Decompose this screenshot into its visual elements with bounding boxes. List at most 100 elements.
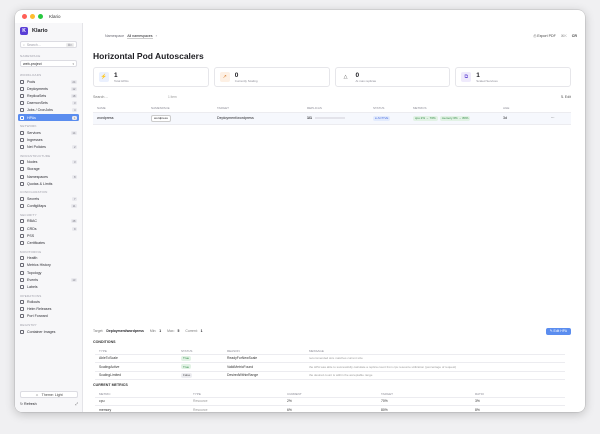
sidebar-item-namespaces[interactable]: Namespaces 8 (18, 173, 79, 180)
sidebar-item-quotas-limits[interactable]: Quotas & Limits (18, 180, 79, 187)
hpa-target: Deployment/wordpress (213, 112, 303, 125)
metric-ratio: 8% (471, 405, 565, 412)
sidebar-item-pss[interactable]: PSS (18, 232, 79, 239)
sidebar-item-count: 11 (71, 204, 77, 209)
maximize-icon[interactable] (38, 14, 43, 19)
sidebar-footer: ☼ Theme: Light ↻ Refresh ⤢ (15, 389, 83, 412)
sidebar-item-rollouts[interactable]: Rollouts (18, 299, 79, 306)
namespace-select[interactable]: web-project ▾ (20, 60, 77, 67)
stat-value: 1 (476, 71, 480, 79)
sidebar-item-secrets[interactable]: Secrets 7 (18, 195, 79, 202)
command-shortcut[interactable]: ⌘K (561, 34, 567, 38)
column-header-metrics[interactable]: Metrics (409, 105, 499, 113)
condition-status: True (177, 362, 223, 372)
detail-min-value: 1 (159, 329, 162, 333)
sidebar-item-metrics-history[interactable]: Metrics History (18, 262, 79, 269)
stat-value: 0 (355, 71, 360, 79)
sidebar-item-port-forward[interactable]: Port Forward (18, 313, 79, 320)
sidebar-item-count: 9 (72, 226, 77, 231)
sidebar-item-configmaps[interactable]: ConfigMaps 11 (18, 203, 79, 210)
search-placeholder: Search… (26, 42, 42, 47)
sidebar-item-replicasets[interactable]: ReplicaSets 18 (18, 92, 79, 99)
sidebar-item-daemonsets[interactable]: DaemonSets 3 (18, 100, 79, 107)
page-title: Horizontal Pod Autoscalers (93, 51, 204, 61)
column-header-status[interactable]: Status (369, 105, 409, 113)
labels-icon (20, 284, 24, 289)
column-header-replicas[interactable]: Replicas (303, 105, 369, 113)
app-window: Klario K Klario ⌕ Search… ⌘K Namespace w… (15, 10, 585, 412)
refresh-button[interactable]: ↻ Refresh (20, 402, 37, 406)
nav-section-monitoring: Monitoring (20, 249, 42, 254)
sidebar-item-label: Helm Releases (27, 307, 52, 312)
nav-section-security: Security (20, 212, 37, 217)
filter-row: Search… 1 item ⇅ Edit (93, 93, 571, 100)
metrics-table: Metric Type Current Target Ratio cpu Resource… (95, 391, 565, 412)
sidebar-item-container-images[interactable]: Container Images (18, 328, 79, 335)
sidebar-search-input[interactable]: ⌕ Search… ⌘K (20, 41, 77, 48)
sidebar-item-count: 13 (70, 277, 77, 282)
sidebar-item-label: Deployments (27, 86, 48, 91)
sidebar-item-health[interactable]: Health (18, 255, 79, 262)
brand-name: Klario (32, 28, 48, 34)
sidebar-item-ingresses[interactable]: Ingresses (18, 136, 79, 143)
nav-section-network: Network (20, 124, 37, 129)
footer-row: ↻ Refresh ⤢ (20, 400, 78, 408)
condition-type: AbleToScale (95, 354, 177, 363)
row-actions-icon[interactable]: ⋯ (547, 112, 571, 125)
brand[interactable]: K Klario (15, 23, 82, 39)
export-pdf-button[interactable]: ⎙ Export PDF (533, 34, 555, 38)
sidebar-item-labels[interactable]: Labels (18, 283, 79, 290)
sidebar-item-services[interactable]: Services 14 (18, 129, 79, 136)
crds-icon (20, 226, 24, 231)
sidebar-item-label: Container Images (27, 329, 56, 334)
sidebar-item-pods[interactable]: Pods 24 (18, 78, 79, 85)
detail-target-value: Deployment/wordpress (106, 329, 144, 333)
metric-type: Resource (189, 405, 283, 412)
hpa-replicas: 1/1 (303, 112, 369, 125)
sidebar-item-rbac[interactable]: RBAC 48 (18, 218, 79, 225)
table-search-input[interactable]: Search… (93, 95, 108, 99)
sidebar-item-label: DaemonSets (27, 101, 48, 106)
metric-memory-badge: memory 6% → 80% (439, 115, 471, 121)
breadcrumb-all-namespaces[interactable]: All namespaces (127, 34, 153, 39)
column-header-actions[interactable] (547, 105, 571, 113)
sidebar-item-crds[interactable]: CRDs 9 (18, 225, 79, 232)
sidebar-item-events[interactable]: Events 13 (18, 276, 79, 283)
sidebar-item-hpas[interactable]: HPAs 1 (18, 113, 79, 122)
sidebar-item-label: Topology (27, 270, 42, 275)
user-avatar[interactable]: CR (572, 34, 577, 38)
sidebar-item-jobs-cronjobs[interactable]: Jobs / CronJobs 4 (18, 107, 79, 114)
metric-target: 70% (377, 397, 471, 406)
sidebar-item-storage[interactable]: Storage (18, 166, 79, 173)
condition-status: False (177, 371, 223, 380)
sidebar-item-topology[interactable]: Topology (18, 269, 79, 276)
namespace-value: web-project (23, 61, 42, 66)
hpa-name[interactable]: wordpress (93, 112, 147, 125)
sidebar: K Klario ⌕ Search… ⌘K Namespace web-proj… (15, 23, 83, 412)
column-header-namespace[interactable]: Namespace (147, 105, 213, 113)
sidebar-item-count: 1 (72, 115, 77, 120)
top-actions: ⎙ Export PDF ⌘K CR (533, 34, 577, 38)
expand-icon[interactable]: ⤢ (75, 402, 78, 406)
sidebar-item-net-policies[interactable]: Net Policies 2 (18, 144, 79, 151)
sidebar-item-deployments[interactable]: Deployments 12 (18, 85, 79, 92)
theme-toggle[interactable]: ☼ Theme: Light (20, 391, 78, 398)
breadcrumb-namespace[interactable]: Namespace (105, 34, 124, 39)
close-icon[interactable] (22, 14, 27, 19)
metric-current: 6% (283, 405, 377, 412)
sidebar-item-label: PSS (27, 233, 35, 238)
column-header-age[interactable]: Age (499, 105, 547, 113)
column-header-target[interactable]: Target (213, 105, 303, 113)
sidebar-nav: Workloads Pods 24 Deployments 12 ReplicaSets 1… (15, 70, 82, 335)
sidebar-item-helm-releases[interactable]: Helm Releases (18, 306, 79, 313)
edit-hpa-button[interactable]: ✎ Edit HPA (545, 327, 571, 335)
table-row[interactable]: wordpress wordpress Deployment/wordpress 1/… (93, 112, 571, 125)
columns-edit-button[interactable]: ⇅ Edit (561, 95, 571, 99)
minimize-icon[interactable] (30, 14, 35, 19)
refresh-label: Refresh (24, 402, 37, 406)
sidebar-item-certificates[interactable]: Certificates (18, 239, 79, 246)
replicasets-icon (20, 93, 24, 98)
sidebar-item-nodes[interactable]: Nodes 3 (18, 159, 79, 166)
column-header-name[interactable]: Name (93, 105, 147, 113)
title-bar: Klario (15, 10, 585, 23)
